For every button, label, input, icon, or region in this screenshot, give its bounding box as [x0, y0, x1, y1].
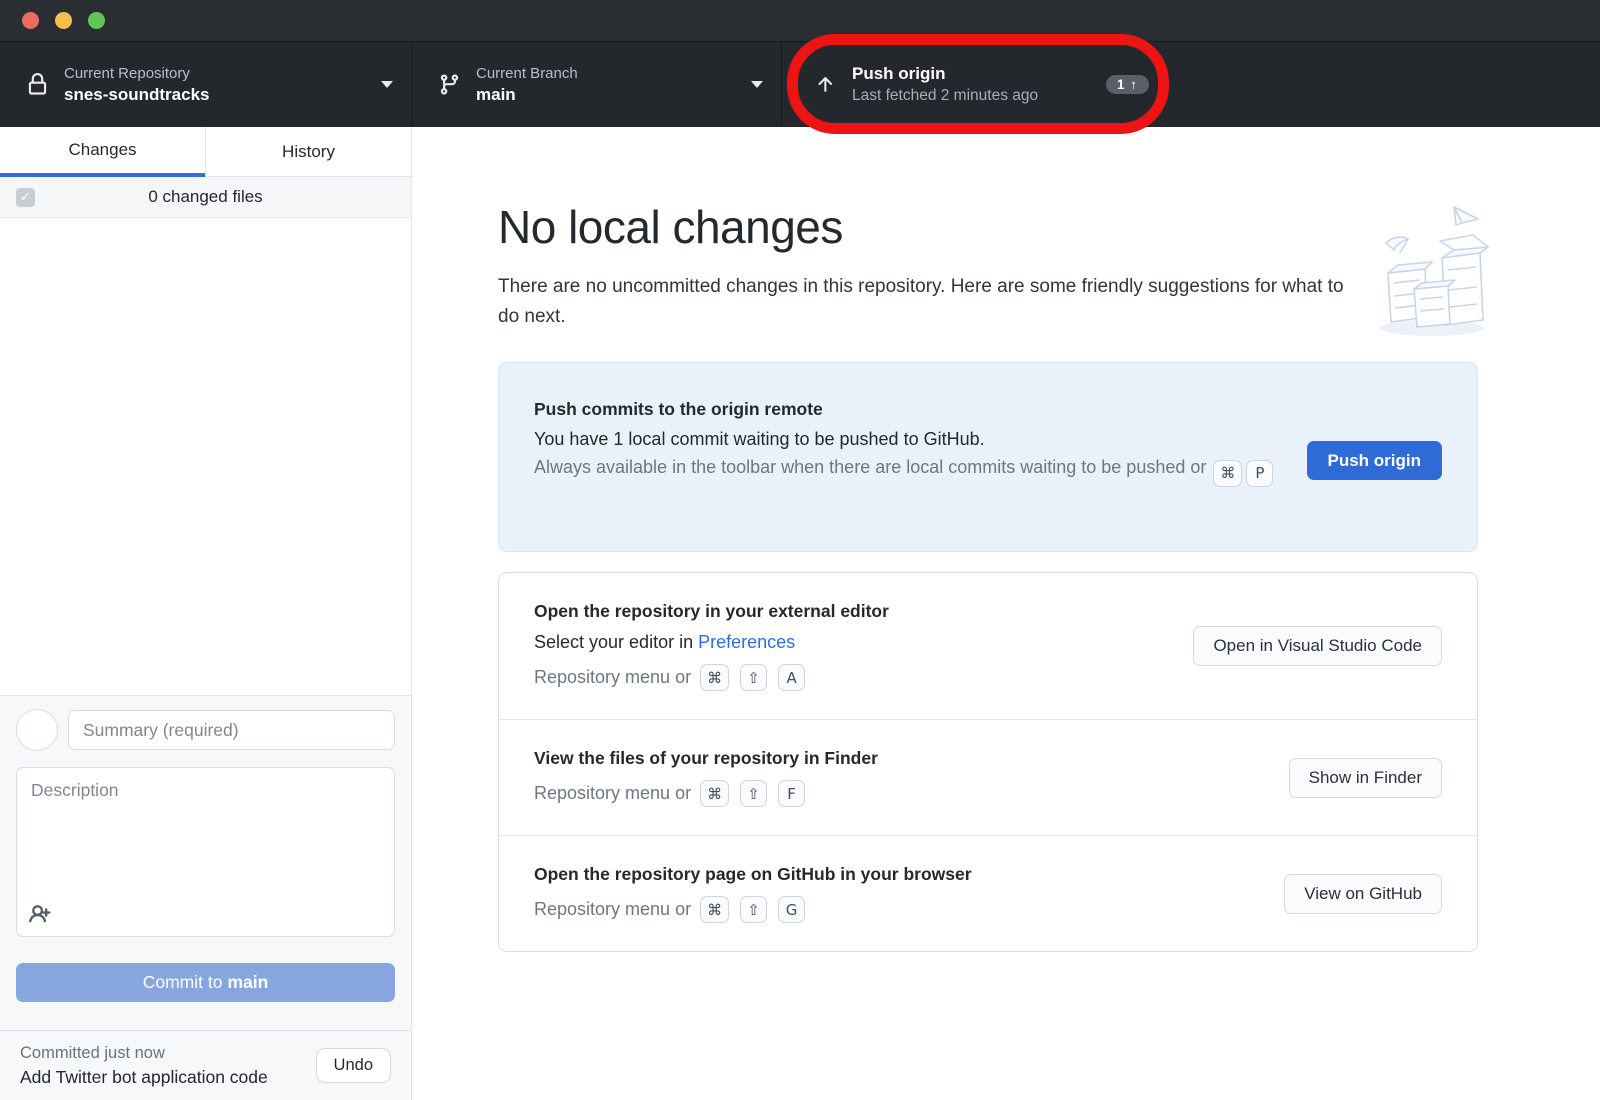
page-subtitle: There are no uncommitted changes in this… — [498, 272, 1348, 332]
arrow-up-icon — [812, 74, 838, 96]
preferences-link[interactable]: Preferences — [698, 632, 795, 652]
commit-description-input[interactable] — [17, 768, 394, 896]
current-repository-dropdown[interactable]: Current Repository snes-soundtracks — [0, 42, 412, 127]
callout-hint: Always available in the toolbar when the… — [534, 457, 1275, 477]
commit-form: Commit to main — [0, 695, 411, 1030]
commit-avatar — [16, 709, 58, 751]
tab-history[interactable]: History — [205, 127, 411, 177]
commit-message-text: Add Twitter bot application code — [20, 1065, 316, 1090]
suggestion-title: Open the repository in your external edi… — [534, 601, 889, 622]
close-window-button[interactable] — [22, 12, 39, 29]
lock-icon — [24, 73, 50, 96]
sidebar-tabs: Changes History — [0, 127, 411, 177]
ahead-commits-badge: 1 ↑ — [1106, 75, 1149, 94]
blankslate-illustration — [1370, 195, 1495, 350]
main-content: No local changes There are no uncommitte… — [413, 127, 1600, 1100]
window-titlebar — [0, 0, 1600, 42]
push-origin-toolbar-button[interactable]: Push origin Last fetched 2 minutes ago 1… — [782, 42, 1167, 127]
suggestion-row-external-editor: Open the repository in your external edi… — [499, 573, 1477, 719]
current-repository-name: snes-soundtracks — [64, 84, 373, 106]
last-commit-bar: Committed just now Add Twitter bot appli… — [0, 1030, 411, 1100]
undo-button[interactable]: Undo — [316, 1048, 391, 1083]
callout-body: You have 1 local commit waiting to be pu… — [534, 429, 1442, 450]
commit-description-box — [16, 767, 395, 937]
suggestion-hint: Repository menu or ⌘⇧A — [534, 664, 889, 691]
f-keycap: F — [778, 780, 805, 807]
shift-keycap: ⇧ — [740, 896, 767, 923]
current-branch-dropdown[interactable]: Current Branch main — [412, 42, 782, 127]
minimize-window-button[interactable] — [55, 12, 72, 29]
suggestion-title: View the files of your repository in Fin… — [534, 748, 878, 769]
commit-summary-input[interactable] — [68, 710, 395, 750]
a-keycap: A — [778, 664, 805, 691]
changed-files-count: 0 changed files — [0, 187, 411, 207]
commit-status-text: Committed just now — [20, 1041, 316, 1065]
suggestion-row-github: Open the repository page on GitHub in yo… — [499, 835, 1477, 951]
chevron-down-icon — [751, 81, 763, 88]
cmd-keycap: ⌘ — [1213, 460, 1242, 487]
suggestion-hint: Repository menu or ⌘⇧G — [534, 896, 972, 923]
cmd-keycap: ⌘ — [700, 896, 729, 923]
chevron-down-icon — [381, 81, 393, 88]
push-commits-callout: Push commits to the origin remote You ha… — [498, 362, 1478, 552]
current-branch-name: main — [476, 84, 743, 106]
suggestion-row-finder: View the files of your repository in Fin… — [499, 719, 1477, 835]
tab-changes[interactable]: Changes — [0, 127, 205, 177]
shift-keycap: ⇧ — [740, 780, 767, 807]
open-in-editor-button[interactable]: Open in Visual Studio Code — [1193, 626, 1442, 666]
push-origin-title: Push origin — [852, 63, 1092, 85]
traffic-lights — [22, 12, 105, 29]
commit-to-main-button[interactable]: Commit to main — [16, 963, 395, 1002]
sidebar: Changes History ✓ 0 changed files Commit… — [0, 127, 412, 1100]
g-keycap: G — [778, 896, 805, 923]
cmd-keycap: ⌘ — [700, 780, 729, 807]
suggestion-title: Open the repository page on GitHub in yo… — [534, 864, 972, 885]
shift-keycap: ⇧ — [740, 664, 767, 691]
show-in-finder-button[interactable]: Show in Finder — [1289, 758, 1442, 798]
suggestions-box: Open the repository in your external edi… — [498, 572, 1478, 952]
cmd-keycap: ⌘ — [700, 664, 729, 691]
app-toolbar: Current Repository snes-soundtracks Curr… — [0, 42, 1600, 127]
push-origin-button[interactable]: Push origin — [1307, 441, 1443, 480]
view-on-github-button[interactable]: View on GitHub — [1284, 874, 1442, 914]
p-keycap: P — [1246, 460, 1273, 487]
git-branch-icon — [436, 73, 462, 96]
changed-files-row: ✓ 0 changed files — [0, 177, 411, 218]
current-branch-label: Current Branch — [476, 64, 743, 84]
callout-title: Push commits to the origin remote — [534, 399, 1442, 420]
current-repository-label: Current Repository — [64, 64, 373, 84]
add-coauthor-icon[interactable] — [29, 902, 54, 927]
push-origin-subtitle: Last fetched 2 minutes ago — [852, 85, 1092, 106]
zoom-window-button[interactable] — [88, 12, 105, 29]
suggestion-hint: Repository menu or ⌘⇧F — [534, 780, 878, 807]
suggestion-line: Select your editor in Preferences — [534, 632, 889, 653]
